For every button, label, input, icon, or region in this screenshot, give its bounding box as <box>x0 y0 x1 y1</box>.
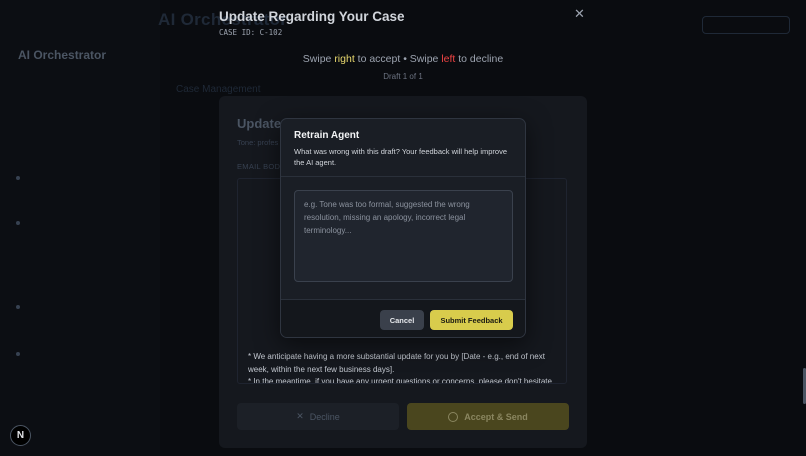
close-icon[interactable]: ✕ <box>574 6 585 22</box>
swipe-hint-text: to accept • Swipe <box>354 53 442 65</box>
sidebar: AI Orchestrator <box>0 0 160 456</box>
x-icon: ✕ <box>296 411 304 421</box>
case-id: CASE ID: C-102 <box>219 28 283 37</box>
status-dot <box>16 176 20 180</box>
submit-feedback-button[interactable]: Submit Feedback <box>430 310 513 330</box>
modal-title: Retrain Agent <box>294 130 360 141</box>
swipe-hint-text: to decline <box>455 53 504 65</box>
status-dot <box>16 352 20 356</box>
case-management-heading: Case Management <box>176 84 261 95</box>
decline-label: Decline <box>309 411 340 422</box>
draft-tone: Tone: profes <box>237 138 279 147</box>
email-body-line: * In the meantime, if you have any urgen… <box>248 377 552 384</box>
draft-subject: Update <box>237 116 282 131</box>
draft-counter: Draft 1 of 1 <box>383 72 423 81</box>
modal-divider <box>281 176 525 177</box>
check-circle-icon <box>448 411 459 422</box>
decline-button[interactable]: ✕ Decline <box>237 403 399 430</box>
review-title: Update Regarding Your Case <box>219 9 405 24</box>
swipe-left-word: left <box>441 53 456 65</box>
nextjs-dev-badge[interactable]: N <box>10 425 31 446</box>
modal-description: What was wrong with this draft? Your fee… <box>294 147 508 167</box>
header-action-button[interactable] <box>702 16 790 34</box>
email-body-label: EMAIL BOD <box>237 162 281 171</box>
swipe-right-word: right <box>334 53 355 65</box>
swipe-hint: Swipe right to accept • Swipe left to de… <box>0 53 806 65</box>
cancel-button[interactable]: Cancel <box>380 310 424 330</box>
accept-label: Accept & Send <box>464 411 528 422</box>
accept-send-button[interactable]: Accept & Send <box>407 403 569 430</box>
email-body-line: * We anticipate having a more substantia… <box>248 352 545 374</box>
swipe-hint-text: Swipe <box>302 53 335 65</box>
modal-footer: Cancel Submit Feedback <box>281 299 525 337</box>
status-dot <box>16 305 20 309</box>
feedback-textarea[interactable] <box>294 190 513 282</box>
retrain-agent-modal: Retrain Agent What was wrong with this d… <box>280 118 526 338</box>
status-dot <box>16 221 20 225</box>
